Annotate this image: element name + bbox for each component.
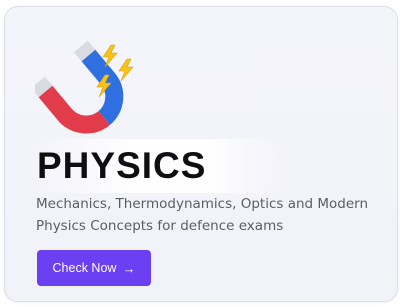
arrow-right-icon: →	[122, 260, 136, 276]
check-now-label: Check Now	[52, 261, 117, 275]
card-title: PHYSICS	[37, 145, 207, 186]
check-now-button[interactable]: Check Now →	[37, 250, 151, 286]
magnet-icon	[30, 35, 145, 147]
card-description: Mechanics, Thermodynamics, Optics and Mo…	[36, 196, 369, 234]
course-card[interactable]: PHYSICS Mechanics, Thermodynamics, Optic…	[4, 6, 398, 302]
